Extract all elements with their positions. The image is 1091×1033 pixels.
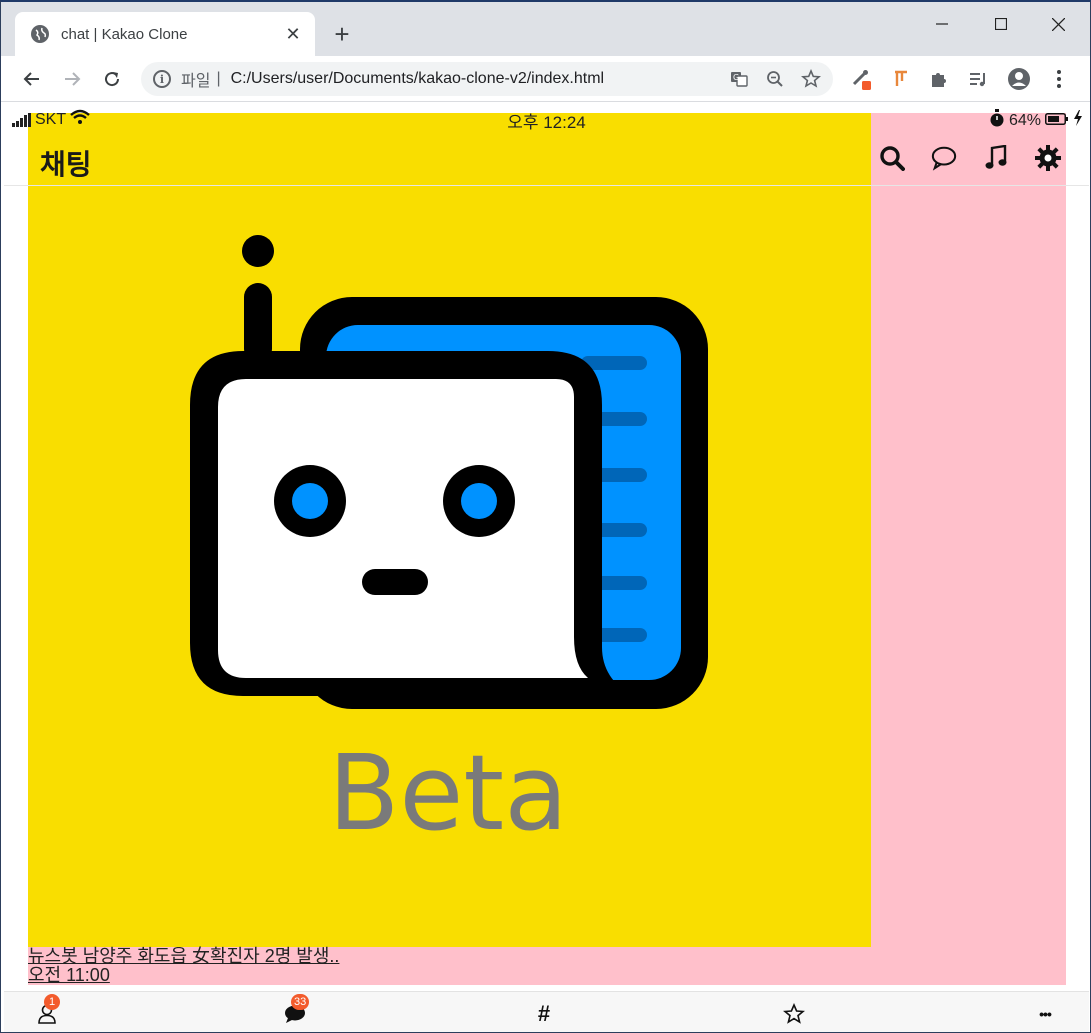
forward-icon[interactable] [58, 65, 86, 93]
svg-text:G: G [733, 73, 739, 82]
tab-title: chat | Kakao Clone [61, 25, 188, 43]
profile-icon[interactable] [1005, 65, 1033, 93]
bookmark-ext-icon[interactable] [887, 65, 915, 93]
translate-icon[interactable]: G [725, 65, 753, 93]
beta-label: Beta [328, 732, 568, 854]
chat-header: 채팅 [4, 133, 1089, 186]
friends-badge: 1 [44, 994, 60, 1010]
menu-icon[interactable] [1045, 65, 1073, 93]
globe-icon [31, 25, 49, 43]
clock: 오후 12:24 [507, 113, 586, 132]
eyedropper-icon[interactable] [847, 65, 875, 93]
chat-list-item[interactable]: 뉴스봇 남양주 화도읍 女확진자 2명 발생.. 오전 11:00 [28, 947, 339, 985]
zoom-out-icon[interactable] [761, 65, 789, 93]
search-icon[interactable] [879, 145, 905, 171]
beta-bot-image: Beta [28, 113, 871, 947]
battery-icon [1045, 112, 1069, 130]
chat-last-message: 뉴스봇 남양주 화도읍 女확진자 2명 발생.. [28, 946, 340, 966]
tab-friends[interactable]: 1 [35, 994, 60, 1026]
chat-bubble-icon[interactable] [931, 145, 957, 171]
page-title: 채팅 [40, 149, 92, 180]
chats-badge: 33 [291, 994, 310, 1010]
tab-more[interactable]: ••• [1033, 1002, 1057, 1026]
timer-icon [989, 109, 1005, 132]
reload-icon[interactable] [98, 65, 126, 93]
star-icon [783, 1003, 805, 1024]
charging-icon [1073, 110, 1083, 131]
tab-strip: chat | Kakao Clone ✕ + [1, 2, 1090, 56]
maximize-button[interactable] [978, 10, 1024, 38]
media-icon[interactable] [964, 65, 992, 93]
minimize-button[interactable] [919, 10, 965, 38]
scheme-label: 파일 [181, 73, 211, 90]
star-icon[interactable] [797, 65, 825, 93]
new-tab-button[interactable]: + [329, 21, 355, 48]
info-icon[interactable]: i [153, 70, 171, 88]
browser-tab[interactable]: chat | Kakao Clone ✕ [15, 12, 315, 56]
battery-percent: 64% [1008, 111, 1041, 129]
tab-close-icon[interactable]: ✕ [283, 24, 303, 45]
browser-toolbar: i 파일 | C:/Users/user/Documents/kakao-clo… [1, 56, 1090, 102]
url-text[interactable]: C:/Users/user/Documents/kakao-clone-v2/i… [231, 70, 725, 88]
status-bar: SKT 오후 12:24 64% [4, 103, 1089, 133]
tab-favorites[interactable] [782, 1002, 806, 1026]
address-bar[interactable]: i 파일 | C:/Users/user/Documents/kakao-clo… [141, 62, 833, 96]
page-viewport: Beta SKT 오후 12:24 64% 채팅 뉴스봇 남양주 화도읍 女확진… [4, 103, 1089, 1032]
bottom-tab-bar: 1 33 # ••• [4, 991, 1089, 1032]
back-icon[interactable] [18, 65, 46, 93]
tab-chats[interactable]: 33 [283, 994, 310, 1026]
gear-icon[interactable] [1035, 145, 1061, 171]
music-note-icon[interactable] [983, 145, 1009, 171]
puzzle-icon[interactable] [925, 65, 953, 93]
tab-hashtag[interactable]: # [532, 1001, 556, 1026]
browser-window: chat | Kakao Clone ✕ + i 파일 | C:/Users/u… [0, 0, 1091, 1033]
scheme-separator: | [216, 70, 221, 87]
chat-timestamp: 오전 11:00 [28, 965, 110, 985]
close-window-button[interactable] [1035, 10, 1081, 38]
